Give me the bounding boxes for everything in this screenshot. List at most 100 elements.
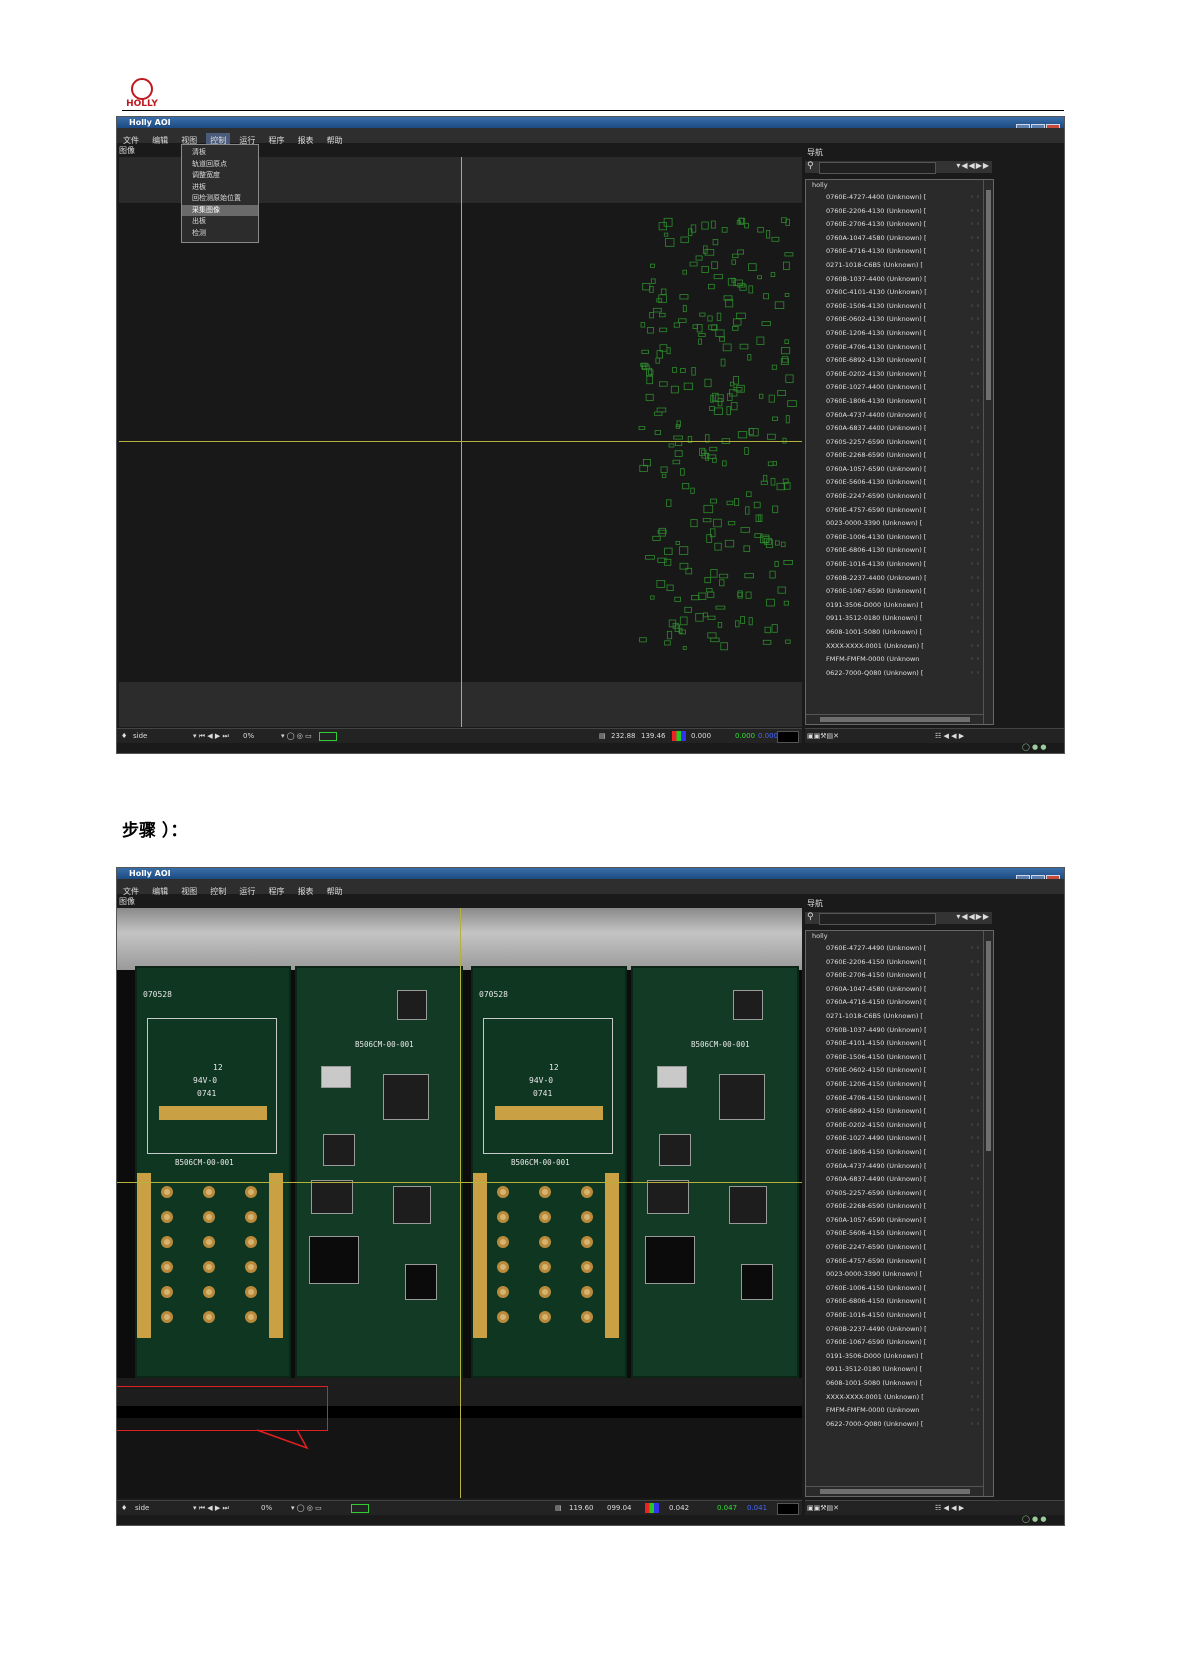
tree-row[interactable]: 0191-3506-D000 (Unknown) [ xyxy=(806,1350,983,1364)
tree-row[interactable]: 0760A-4737-4400 (Unknown) [ xyxy=(806,409,983,423)
tree-row[interactable]: 0760A-4716-4150 (Unknown) [ xyxy=(806,996,983,1010)
playback-controls[interactable]: ▾ ⏮ ◀ ▶ ⏭ xyxy=(193,730,229,742)
search-icon[interactable]: ⚲ xyxy=(807,161,814,171)
tree-row[interactable]: XXXX-XXXX-0001 (Unknown) [ xyxy=(806,640,983,654)
tree-row[interactable]: 0911-3512-0180 (Unknown) [ xyxy=(806,612,983,626)
menu-program[interactable]: 程序 xyxy=(264,133,288,148)
tree-row[interactable]: 0760E-6806-4130 (Unknown) [ xyxy=(806,544,983,558)
menu-control[interactable]: 控制 xyxy=(206,884,230,899)
tree-row[interactable]: 0271-1018-C6B5 (Unknown) [ xyxy=(806,259,983,273)
tree-row[interactable]: 0760E-4727-4490 (Unknown) [ xyxy=(806,942,983,956)
tree-row[interactable]: 0760E-4706-4150 (Unknown) [ xyxy=(806,1092,983,1106)
tree-row[interactable]: 0760E-2247-6590 (Unknown) [ xyxy=(806,1241,983,1255)
menu-item-unload-board[interactable]: 出板 xyxy=(182,216,258,228)
tree-row[interactable]: 0608-1001-5080 (Unknown) [ xyxy=(806,1377,983,1391)
menu-program[interactable]: 程序 xyxy=(264,884,288,899)
tree-row[interactable]: 0760E-1006-4130 (Unknown) [ xyxy=(806,531,983,545)
tree-row[interactable]: 0760E-4716-4130 (Unknown) [ xyxy=(806,245,983,259)
tree-row[interactable]: 0760E-4757-6590 (Unknown) [ xyxy=(806,1255,983,1269)
tree-row[interactable]: 0760B-2237-4490 (Unknown) [ xyxy=(806,1323,983,1337)
menu-edit[interactable]: 编辑 xyxy=(148,133,172,148)
menu-item-adjust-width[interactable]: 调整宽度 xyxy=(182,170,258,182)
menu-item-return-origin[interactable]: 回检测原始位置 xyxy=(182,193,258,205)
tree-row[interactable]: 0622-7000-Q080 (Unknown) [ xyxy=(806,667,983,681)
tree-row[interactable]: 0760E-2206-4150 (Unknown) [ xyxy=(806,956,983,970)
nav-search-input[interactable] xyxy=(819,162,936,174)
tree-row[interactable]: 0760E-2247-6590 (Unknown) [ xyxy=(806,490,983,504)
color-swatch[interactable] xyxy=(319,732,337,741)
tree-row[interactable]: 0760E-2268-6590 (Unknown) [ xyxy=(806,1200,983,1214)
tree-row[interactable]: 0622-7000-Q080 (Unknown) [ xyxy=(806,1418,983,1432)
tree-row[interactable]: 0760A-1057-6590 (Unknown) [ xyxy=(806,463,983,477)
tree-row[interactable]: 0760B-1037-4490 (Unknown) [ xyxy=(806,1024,983,1038)
nav-horizontal-scrollbar[interactable] xyxy=(806,714,983,724)
menu-view[interactable]: 视图 xyxy=(177,884,201,899)
menu-item-load-board[interactable]: 进板 xyxy=(182,182,258,194)
tree-row[interactable]: FMFM-FMFM-0000 (Unknown xyxy=(806,653,983,667)
menu-item-rail-home[interactable]: 轨道回原点 xyxy=(182,159,258,171)
tree-row[interactable]: 0760S-2257-6590 (Unknown) [ xyxy=(806,1187,983,1201)
tree-row[interactable]: 0760E-1016-4150 (Unknown) [ xyxy=(806,1309,983,1323)
tree-row[interactable]: 0760A-1057-6590 (Unknown) [ xyxy=(806,1214,983,1228)
view-mode-icons[interactable]: ▾ ◯ ◎ ▭ xyxy=(281,730,312,742)
menu-item-acquire-image[interactable]: 采集图像 xyxy=(182,204,258,216)
tree-row[interactable]: 0608-1001-5080 (Unknown) [ xyxy=(806,626,983,640)
tree-row[interactable]: 0760E-1206-4130 (Unknown) [ xyxy=(806,327,983,341)
color-swatch[interactable] xyxy=(351,1504,369,1513)
tree-row[interactable]: 0760E-6892-4130 (Unknown) [ xyxy=(806,354,983,368)
tree-row[interactable]: 0760E-1806-4130 (Unknown) [ xyxy=(806,395,983,409)
menu-item-clear-board[interactable]: 清板 xyxy=(182,147,258,159)
tree-row[interactable]: 0760A-6837-4400 (Unknown) [ xyxy=(806,422,983,436)
tree-row[interactable]: 0760E-1027-4490 (Unknown) [ xyxy=(806,1132,983,1146)
tree-row[interactable]: 0760E-1027-4400 (Unknown) [ xyxy=(806,381,983,395)
tree-row[interactable]: 0760E-6806-4150 (Unknown) [ xyxy=(806,1295,983,1309)
tree-row[interactable]: 0760E-2206-4130 (Unknown) [ xyxy=(806,205,983,219)
tree-row[interactable]: XXXX-XXXX-0001 (Unknown) [ xyxy=(806,1391,983,1405)
tree-row[interactable]: 0760E-1506-4130 (Unknown) [ xyxy=(806,300,983,314)
tree-row[interactable]: 0191-3506-D000 (Unknown) [ xyxy=(806,599,983,613)
tree-row[interactable]: 0760E-0202-4130 (Unknown) [ xyxy=(806,368,983,382)
menu-item-inspect[interactable]: 检测 xyxy=(182,228,258,240)
menu-help[interactable]: 帮助 xyxy=(323,884,347,899)
tree-row[interactable]: 0760A-1047-4580 (Unknown) [ xyxy=(806,983,983,997)
tree-row[interactable]: 0760E-1006-4150 (Unknown) [ xyxy=(806,1282,983,1296)
tree-row[interactable]: 0760E-1067-6590 (Unknown) [ xyxy=(806,1336,983,1350)
tree-root[interactable]: holly xyxy=(806,180,983,191)
tree-row[interactable]: 0760A-4737-4490 (Unknown) [ xyxy=(806,1160,983,1174)
tree-row[interactable]: 0760E-2706-4150 (Unknown) [ xyxy=(806,969,983,983)
nav-step-icons[interactable]: ☷ ◀ ◀ ▶ xyxy=(935,1502,964,1514)
tree-row[interactable]: 0023-0000-3390 (Unknown) [ xyxy=(806,1268,983,1282)
tree-row[interactable]: 0760E-1016-4130 (Unknown) [ xyxy=(806,558,983,572)
tree-row[interactable]: 0760E-0602-4150 (Unknown) [ xyxy=(806,1064,983,1078)
tree-row[interactable]: 0760E-5606-4150 (Unknown) [ xyxy=(806,1227,983,1241)
tree-row[interactable]: 0760B-1037-4400 (Unknown) [ xyxy=(806,273,983,287)
tree-row[interactable]: 0271-1018-C6B5 (Unknown) [ xyxy=(806,1010,983,1024)
menu-edit[interactable]: 编辑 xyxy=(148,884,172,899)
nav-tool-icons[interactable]: ▣▣⚒▤✕ xyxy=(807,1502,839,1514)
tree-row[interactable]: 0760E-1506-4150 (Unknown) [ xyxy=(806,1051,983,1065)
tree-row[interactable]: 0023-0000-3390 (Unknown) [ xyxy=(806,517,983,531)
nav-search-input[interactable] xyxy=(819,913,936,925)
nav-vertical-scrollbar[interactable] xyxy=(983,180,993,724)
tree-row[interactable]: 0760B-2237-4400 (Unknown) [ xyxy=(806,572,983,586)
nav-buttons[interactable]: ▾◀◀▶▶ xyxy=(956,161,990,170)
tree-row[interactable]: FMFM-FMFM-0000 (Unknown xyxy=(806,1404,983,1418)
nav-tool-icons[interactable]: ▣▣⚒▤✕ xyxy=(807,730,839,742)
tree-row[interactable]: 0760E-4727-4400 (Unknown) [ xyxy=(806,191,983,205)
tree-row[interactable]: 0760E-6892-4150 (Unknown) [ xyxy=(806,1105,983,1119)
tree-row[interactable]: 0760E-1206-4150 (Unknown) [ xyxy=(806,1078,983,1092)
tree-row[interactable]: 0760S-2257-6590 (Unknown) [ xyxy=(806,436,983,450)
menu-help[interactable]: 帮助 xyxy=(323,133,347,148)
tree-row[interactable]: 0760A-1047-4580 (Unknown) [ xyxy=(806,232,983,246)
tree-row[interactable]: 0760E-1067-6590 (Unknown) [ xyxy=(806,585,983,599)
menu-report[interactable]: 报表 xyxy=(294,133,318,148)
tree-row[interactable]: 0760E-5606-4130 (Unknown) [ xyxy=(806,476,983,490)
tree-row[interactable]: 0760E-2268-6590 (Unknown) [ xyxy=(806,449,983,463)
zoom-level[interactable]: 0% xyxy=(243,730,254,742)
tree-row[interactable]: 0760E-4757-6590 (Unknown) [ xyxy=(806,504,983,518)
menu-run[interactable]: 运行 xyxy=(235,884,259,899)
tree-row[interactable]: 0760C-4101-4130 (Unknown) [ xyxy=(806,286,983,300)
nav-vertical-scrollbar[interactable] xyxy=(983,931,993,1496)
nav-horizontal-scrollbar[interactable] xyxy=(806,1486,983,1496)
nav-buttons[interactable]: ▾◀◀▶▶ xyxy=(956,912,990,921)
